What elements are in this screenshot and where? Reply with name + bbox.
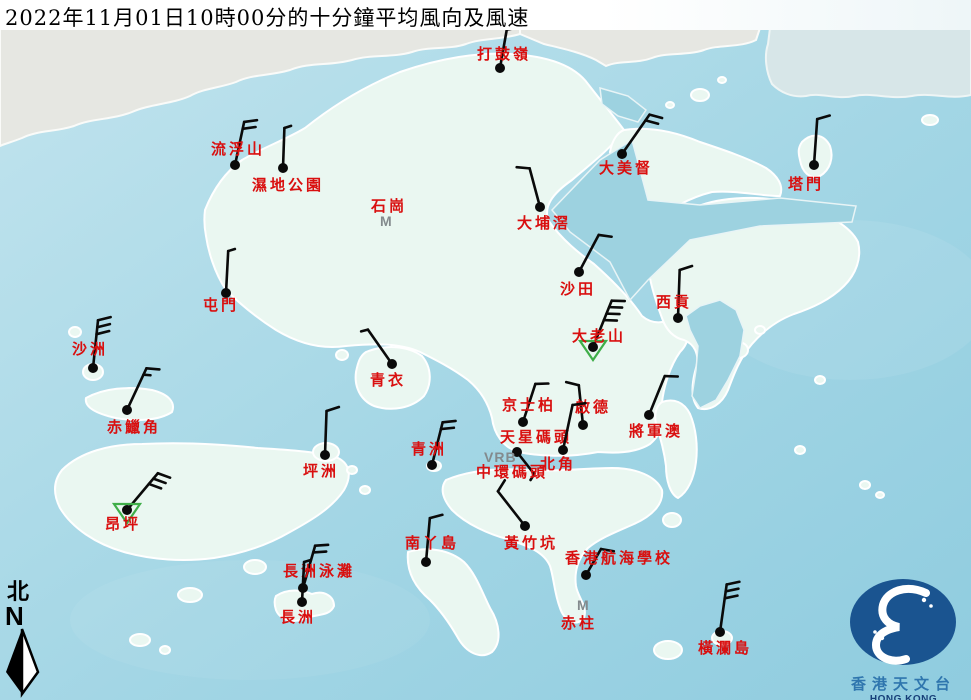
north-compass: 北 N: [3, 582, 47, 700]
station-label-tseung-kwan-o: 將軍澳: [629, 423, 683, 440]
station-dot-lau-fau-shan: [230, 160, 240, 170]
station-label-chek-lap-kok: 赤鱲角: [107, 419, 161, 436]
station-dot-wetland-park: [278, 163, 288, 173]
station-label-sai-kung: 西貢: [656, 294, 692, 311]
station-label-cheung-chau: 長洲: [280, 609, 316, 626]
station-label-wetland-park: 濕地公園: [252, 177, 324, 194]
title-bar: 2022年11月01日10時00分的十分鐘平均風向及風速: [0, 0, 971, 30]
hko-name-chinese: 香港天文台: [836, 673, 971, 694]
station-label-sha-chau: 沙洲: [72, 341, 108, 358]
station-layer: 打鼓嶺流浮山濕地公園石崗M大美督塔門大埔滘沙田屯門西貢沙洲大老山青衣赤鱲角京士柏…: [0, 0, 971, 700]
station-label-tuen-mun: 屯門: [203, 297, 239, 314]
wind-map-screen: 2022年11月01日10時00分的十分鐘平均風向及風速 打鼓嶺流浮山濕地公園石…: [0, 0, 971, 700]
station-label-sha-tin: 沙田: [560, 281, 596, 298]
station-dot-peng-chau: [320, 450, 330, 460]
station-dot-waglan-island: [715, 627, 725, 637]
station-dot-wong-chuk-hang: [520, 521, 530, 531]
station-label-lau-fau-shan: 流浮山: [211, 141, 265, 158]
station-label-kings-park: 京士柏: [502, 397, 556, 414]
station-dot-lamma-island: [421, 557, 431, 567]
station-label-tates-cairn: 大老山: [572, 328, 626, 345]
north-arrow-icon: [3, 628, 41, 698]
station-dot-ngong-ping: [122, 505, 132, 515]
station-label-waglan-island: 橫瀾島: [698, 640, 752, 657]
station-dot-kai-tak: [578, 420, 588, 430]
station-dot-kings-park: [518, 417, 528, 427]
station-dot-green-island: [427, 460, 437, 470]
station-label-central-pier: 中環碼頭: [476, 464, 548, 481]
station-dot-tai-mei-tuk: [617, 149, 627, 159]
station-dot-sai-kung: [673, 313, 683, 323]
station-label-stanley: 赤柱: [561, 615, 597, 632]
station-dot-tseung-kwan-o: [644, 410, 654, 420]
station-note-central-pier: VRB: [484, 449, 517, 465]
station-label-wong-chuk-hang: 黃竹坑: [504, 535, 558, 552]
station-dot-north-point: [558, 445, 568, 455]
station-label-kai-tak: 啟德: [575, 399, 611, 416]
station-note-shek-kong: M: [380, 213, 393, 229]
station-label-tai-po-kau: 大埔滘: [517, 215, 571, 232]
compass-north-letter: N: [5, 604, 47, 628]
hko-logo: 香港天文台 HONG KONG OBSERVATORY: [836, 576, 971, 700]
station-dot-sha-tin: [574, 267, 584, 277]
station-label-ta-kwu-ling: 打鼓嶺: [477, 46, 531, 63]
station-label-tai-mei-tuk: 大美督: [599, 160, 653, 177]
station-label-green-island: 青洲: [411, 441, 447, 458]
station-dot-tsing-yi: [387, 359, 397, 369]
station-dot-cheung-chau: [297, 597, 307, 607]
station-label-sea-school: 香港航海學校: [565, 550, 673, 567]
station-dot-tai-po-kau: [535, 202, 545, 212]
station-label-tap-mun: 塔門: [788, 176, 824, 193]
station-label-peng-chau: 坪洲: [303, 463, 339, 480]
station-dot-sea-school: [581, 570, 591, 580]
station-note-stanley: M: [577, 597, 590, 613]
station-dot-chek-lap-kok: [122, 405, 132, 415]
station-label-tsing-yi: 青衣: [370, 372, 406, 389]
station-label-star-ferry: 天星碼頭: [500, 429, 572, 446]
station-dot-sha-chau: [88, 363, 98, 373]
station-label-cheung-chau-beach: 長洲泳灘: [283, 563, 355, 580]
station-dot-ta-kwu-ling: [495, 63, 505, 73]
hko-logo-icon: [836, 576, 971, 668]
station-dot-tap-mun: [809, 160, 819, 170]
station-label-ngong-ping: 昂坪: [105, 516, 141, 533]
hko-name-english: HONG KONG OBSERVATORY: [836, 694, 971, 700]
map-title: 2022年11月01日10時00分的十分鐘平均風向及風速: [5, 2, 529, 32]
station-label-lamma-island: 南丫島: [405, 535, 459, 552]
